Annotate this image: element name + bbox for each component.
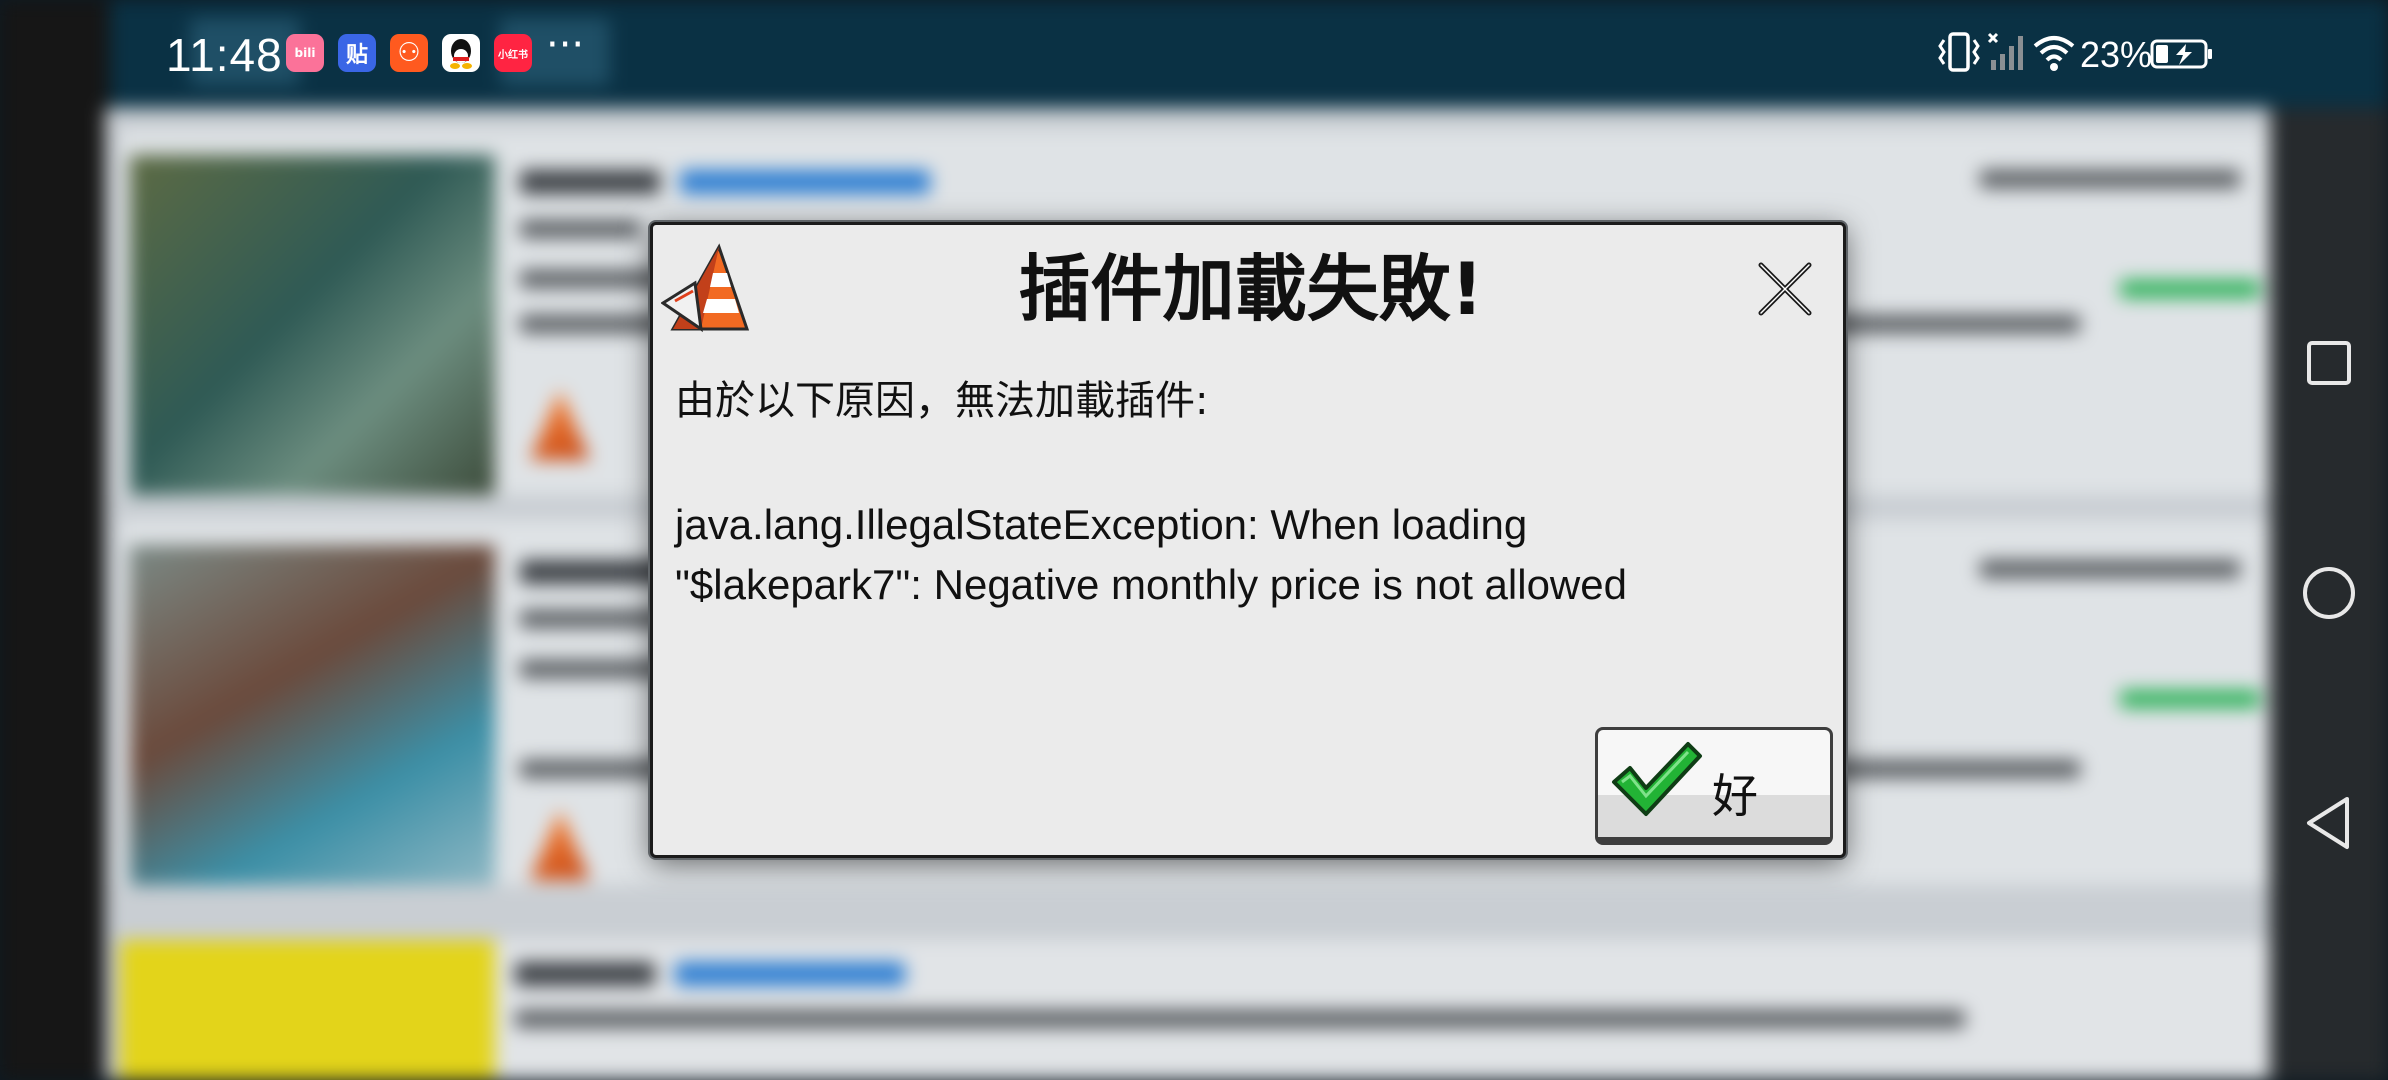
recents-button[interactable] bbox=[2270, 308, 2388, 418]
back-button[interactable] bbox=[2270, 768, 2388, 878]
error-message: 由於以下原因，無法加載插件: bbox=[675, 378, 1209, 424]
qq-icon bbox=[442, 34, 480, 72]
dialog-title: 插件加載失敗! bbox=[1018, 247, 1484, 331]
status-bar: 11:48 bili 贴 ⚇ 小红书 ··· 23% bbox=[0, 0, 2388, 108]
battery-percent: 23% bbox=[2080, 34, 2153, 75]
back-triangle-icon bbox=[2307, 797, 2349, 849]
battery-charging-icon bbox=[2150, 39, 2212, 69]
signal-no-sim-icon bbox=[1987, 32, 2023, 70]
ok-button-label: 好 bbox=[1712, 769, 1758, 823]
xiaohongshu-icon: 小红书 bbox=[494, 34, 532, 72]
error-detail: java.lang.IllegalStateException: When lo… bbox=[675, 495, 1795, 615]
error-detail-line-1: java.lang.IllegalStateException: When lo… bbox=[675, 501, 1528, 548]
close-icon[interactable] bbox=[1755, 259, 1815, 319]
clock: 11:48 bbox=[166, 29, 283, 81]
bilibili-icon: bili bbox=[286, 34, 324, 72]
kuaishou-icon: ⚇ bbox=[390, 34, 428, 72]
checkmark-icon bbox=[1612, 742, 1702, 816]
navigation-bar bbox=[2270, 108, 2388, 1080]
vibrate-icon bbox=[1938, 32, 1980, 72]
circle-icon bbox=[2303, 567, 2355, 619]
tieba-icon: 贴 bbox=[338, 34, 376, 72]
home-button[interactable] bbox=[2270, 538, 2388, 648]
wifi-icon bbox=[2033, 36, 2075, 71]
error-detail-line-2: "$lakepark7": Negative monthly price is … bbox=[675, 561, 1627, 608]
ok-button[interactable]: 好 bbox=[1595, 727, 1833, 845]
square-icon bbox=[2307, 341, 2351, 385]
more-notifications-icon: ··· bbox=[546, 22, 585, 68]
plugin-load-error-dialog: 插件加載失敗! 由於以下原因，無法加載插件: java.lang.Illegal… bbox=[650, 222, 1846, 858]
